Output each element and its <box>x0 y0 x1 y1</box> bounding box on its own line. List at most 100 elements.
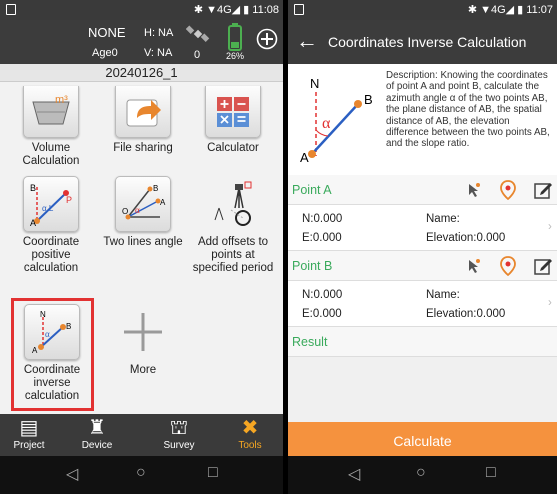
svg-text:A: A <box>32 346 38 355</box>
tool-add-offsets[interactable]: Add offsets to points at specified perio… <box>188 176 278 275</box>
svg-text:α: α <box>135 205 140 215</box>
add-circle-icon[interactable] <box>256 28 278 50</box>
location-pin-icon[interactable] <box>498 256 518 276</box>
diagram-alpha: α <box>322 115 331 132</box>
select-point-icon[interactable] <box>463 256 483 276</box>
location-pin-icon[interactable] <box>498 180 518 200</box>
point-a-values[interactable]: N:0.000 E:0.000 Name: Elevation:0.000 › <box>288 205 557 251</box>
home-nav-icon[interactable]: ○ <box>136 464 146 482</box>
system-nav-bar: ◁ ○ □ <box>288 456 557 494</box>
svg-text:B: B <box>30 183 36 193</box>
point-b-name: Name: <box>426 289 460 301</box>
nav-tools[interactable]: ✖ Tools <box>215 416 283 451</box>
status-bar: ✱ ▼4G◢ ▮ 11:08 <box>0 0 283 20</box>
result-header: Result <box>288 327 557 357</box>
tool-label: Two lines angle <box>103 236 183 248</box>
survey-icon: ⛫ <box>169 417 189 439</box>
project-name: 20240126_1 <box>0 64 283 82</box>
point-b-header: Point B <box>288 251 557 281</box>
tool-coordinate-inverse[interactable]: N B Aα Coordinate inverse calculation <box>7 304 97 403</box>
back-arrow-icon[interactable]: ← <box>296 28 318 54</box>
coordinate-inverse-icon: N B Aα <box>24 304 80 360</box>
status-bar: ✱ ▼4G◢ ▮ 11:07 <box>288 0 557 20</box>
plus-icon <box>115 304 171 360</box>
coordinate-positive-icon: B A Pα L <box>23 176 79 232</box>
tool-coordinate-positive[interactable]: B A Pα L Coordinate positive calculation <box>6 176 96 275</box>
diagram-a: A <box>300 150 309 164</box>
description-panel: N B A α Description: Knowing the coordin… <box>288 64 557 182</box>
tool-label: More <box>129 364 157 376</box>
nav-label: Tools <box>238 440 262 451</box>
tool-label: Calculator <box>207 142 259 154</box>
diagram-b: B <box>364 92 373 107</box>
diagram-n: N <box>310 76 319 91</box>
title-bar: ← Coordinates Inverse Calculation <box>288 20 557 64</box>
svg-text:P: P <box>66 195 72 205</box>
age-value: Age0 <box>92 47 118 59</box>
tool-two-lines-angle[interactable]: BA Oα Two lines angle <box>98 176 188 249</box>
two-lines-angle-icon: BA Oα <box>115 176 171 232</box>
tool-label: Add offsets to points at specified perio… <box>192 236 274 274</box>
tools-screen: ✱ ▼4G◢ ▮ 11:08 NONE H: NA Age0 V: NA 0 2… <box>0 0 283 494</box>
v-precision: V: NA <box>144 47 173 59</box>
satellite-count: 0 <box>194 49 201 61</box>
svg-text:B: B <box>153 184 158 193</box>
home-nav-icon[interactable]: ○ <box>416 464 426 482</box>
tool-label: Coordinate positive calculation <box>22 236 80 274</box>
status-icons: ✱ ▼4G◢ ▮ <box>467 4 524 16</box>
nav-label: Device <box>81 440 113 451</box>
gnss-header: NONE H: NA Age0 V: NA 0 26% <box>0 20 283 64</box>
battery-icon <box>228 23 242 51</box>
description-text: Description: Knowing the coordinates of … <box>386 70 550 150</box>
nav-project[interactable]: ▤ Project <box>0 416 64 451</box>
calculate-button[interactable]: Calculate <box>288 422 557 460</box>
status-time: 11:08 <box>252 4 279 16</box>
point-b-e: E:0.000 <box>302 308 342 320</box>
nav-label: Project <box>13 440 45 451</box>
point-a-elevation: Elevation:0.000 <box>426 232 506 244</box>
offsets-icon <box>205 176 261 232</box>
recents-nav-icon[interactable]: □ <box>486 464 496 482</box>
edit-icon[interactable] <box>533 180 553 200</box>
status-icons: ✱ ▼4G◢ ▮ <box>193 4 250 16</box>
nav-device[interactable]: ♜ Device <box>62 416 132 451</box>
svg-text:A: A <box>30 218 36 227</box>
tool-label: Volume Calculation <box>22 142 80 167</box>
solution-status: NONE <box>88 25 126 40</box>
gallery-icon <box>294 4 304 15</box>
inverse-calculation-screen: ✱ ▼4G◢ ▮ 11:07 ← Coordinates Inverse Cal… <box>288 0 557 494</box>
point-b-label: Point B <box>292 259 333 273</box>
tool-label: File sharing <box>113 142 173 154</box>
tool-file-sharing[interactable]: File sharing <box>98 86 188 155</box>
back-nav-icon[interactable]: ◁ <box>348 464 360 484</box>
svg-text:α: α <box>45 329 50 339</box>
edit-icon[interactable] <box>533 256 553 276</box>
select-point-icon[interactable] <box>463 180 483 200</box>
status-time: 11:07 <box>526 4 553 16</box>
chevron-right-icon: › <box>548 297 552 309</box>
chevron-right-icon: › <box>548 221 552 233</box>
nav-survey[interactable]: ⛫ Survey <box>144 416 214 451</box>
svg-text:B: B <box>66 322 71 331</box>
inverse-diagram: N B A α <box>300 76 373 164</box>
result-label: Result <box>292 335 328 349</box>
point-a-n: N:0.000 <box>302 213 343 225</box>
point-a-label: Point A <box>292 183 332 197</box>
point-a-name: Name: <box>426 213 460 225</box>
tool-volume-calculation[interactable]: m³ Volume Calculation <box>6 86 96 168</box>
svg-text:N: N <box>40 310 46 319</box>
calculator-icon <box>205 86 261 138</box>
system-nav-bar: ◁ ○ □ <box>0 456 283 494</box>
svg-text:A: A <box>160 198 166 207</box>
point-a-header: Point A <box>288 175 557 205</box>
bottom-navigation: ▤ Project ♜ Device ⛫ Survey ✖ Tools <box>0 414 283 456</box>
svg-text:O: O <box>122 207 128 216</box>
tool-calculator[interactable]: Calculator <box>188 86 278 155</box>
h-precision: H: NA <box>144 27 174 39</box>
recents-nav-icon[interactable]: □ <box>208 464 218 482</box>
tool-more[interactable]: More <box>98 304 188 377</box>
point-b-values[interactable]: N:0.000 E:0.000 Name: Elevation:0.000 › <box>288 281 557 327</box>
svg-text:α L: α L <box>42 204 54 213</box>
satellite-icon[interactable] <box>186 24 210 46</box>
back-nav-icon[interactable]: ◁ <box>66 464 78 484</box>
